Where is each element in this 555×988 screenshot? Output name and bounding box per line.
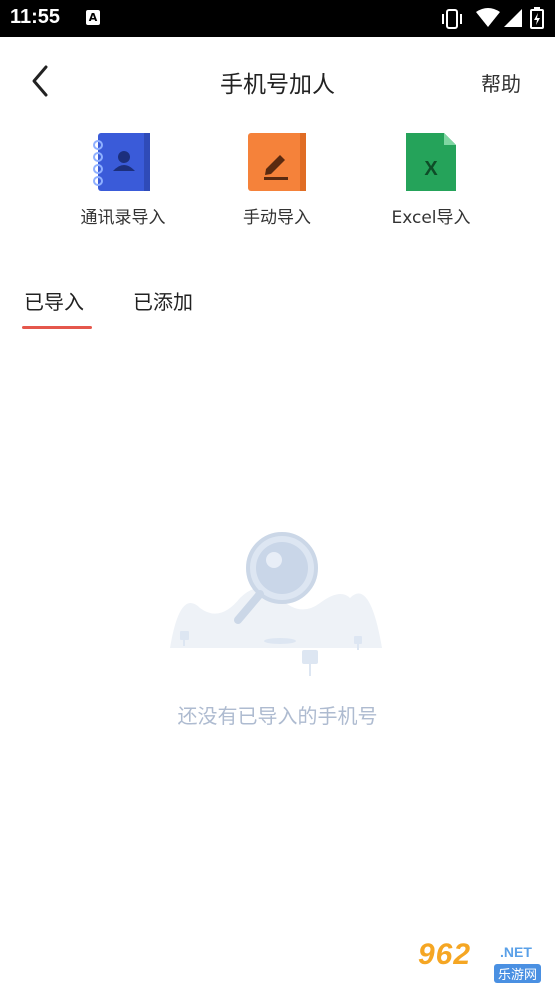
excel-file-icon: X: [406, 133, 456, 191]
help-button[interactable]: 帮助: [481, 68, 521, 97]
tab-added[interactable]: 已添加: [133, 286, 193, 315]
tab-imported[interactable]: 已导入: [24, 286, 84, 315]
status-bar: 11:55 A: [0, 0, 555, 37]
manual-import-label: 手动导入: [243, 208, 311, 228]
watermark-site-name: 乐游网: [494, 964, 542, 983]
import-options: 通讯录导入 手动导入 X Excel导入: [0, 125, 555, 235]
signal-icon: [504, 9, 522, 27]
excel-import-label: Excel导入: [391, 208, 471, 228]
contacts-import-label: 通讯录导入: [80, 208, 166, 228]
watermark-net: .NET: [500, 944, 532, 960]
page-title: 手机号加人: [220, 72, 335, 98]
status-time: 11:55: [10, 6, 61, 28]
site-watermark: 962 .NET 乐游网: [418, 938, 552, 984]
excel-import-button[interactable]: X Excel导入: [361, 131, 501, 228]
battery-icon: [530, 7, 544, 29]
contacts-book-icon: [93, 133, 150, 191]
notification-a-icon: A: [86, 10, 100, 25]
empty-state-message: 还没有已导入的手机号: [177, 704, 378, 728]
svg-text:X: X: [424, 158, 438, 180]
pencil-icon: [248, 133, 306, 191]
vibrate-icon: [442, 9, 462, 29]
watermark-number: 962: [418, 938, 472, 971]
wifi-icon: [476, 8, 500, 27]
contacts-import-button[interactable]: 通讯录导入: [53, 131, 193, 228]
top-bar: 手机号加人 帮助: [0, 37, 555, 125]
tab-bar: 已导入 已添加: [0, 284, 555, 334]
tab-active-indicator: [22, 326, 92, 329]
empty-state: 还没有已导入的手机号: [0, 520, 555, 740]
empty-search-illustration: [170, 532, 382, 676]
manual-import-button[interactable]: 手动导入: [207, 131, 347, 228]
